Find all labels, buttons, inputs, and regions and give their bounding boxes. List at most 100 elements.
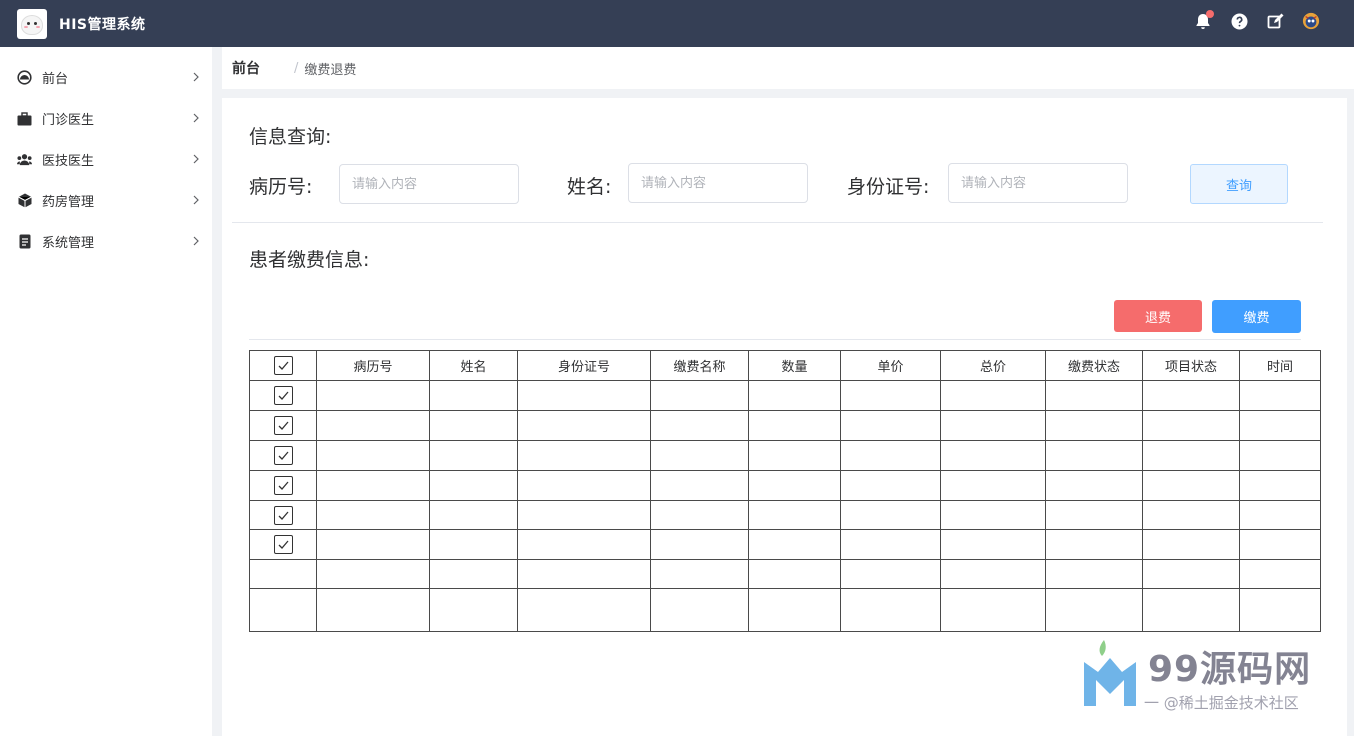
column-header[interactable]: 总价 xyxy=(940,350,1046,381)
table-row[interactable] xyxy=(249,588,1321,632)
column-header[interactable]: 缴费状态 xyxy=(1045,350,1143,381)
row-checkbox[interactable] xyxy=(273,476,293,495)
row-select-cell xyxy=(249,588,317,632)
row-checkbox[interactable] xyxy=(273,386,293,405)
column-header[interactable]: 病历号 xyxy=(316,350,430,381)
table-cell xyxy=(1239,470,1321,501)
table-cell xyxy=(429,500,518,530)
column-header[interactable]: 身份证号 xyxy=(517,350,651,381)
table-cell xyxy=(1142,559,1240,589)
sidebar-item-label: 前台 xyxy=(42,72,69,87)
refund-button[interactable]: 退费 xyxy=(1114,300,1202,332)
avatar[interactable] xyxy=(1302,12,1320,30)
table-row[interactable] xyxy=(249,559,1321,589)
help-icon[interactable] xyxy=(1230,12,1248,30)
row-checkbox[interactable] xyxy=(273,535,293,554)
query-section-title: 信息查询: xyxy=(249,126,332,148)
app-logo xyxy=(17,8,47,39)
sidebar-item-medtech[interactable]: 医技医生 xyxy=(0,139,212,180)
sidebar-item-system[interactable]: 系统管理 xyxy=(0,221,212,262)
id-number-input[interactable] xyxy=(948,163,1128,203)
table-cell xyxy=(940,559,1046,589)
table-row[interactable] xyxy=(249,380,1321,411)
table-cell xyxy=(840,559,941,589)
table-cell xyxy=(517,380,651,411)
table-cell xyxy=(316,588,430,632)
table-cell xyxy=(316,380,430,411)
table-cell xyxy=(1045,410,1143,441)
row-checkbox[interactable] xyxy=(273,446,293,465)
table-cell xyxy=(1045,380,1143,411)
sidebar-item-pharmacy[interactable]: 药房管理 xyxy=(0,180,212,221)
watermark-logo-icon xyxy=(1084,640,1136,706)
table-cell xyxy=(650,410,749,441)
table-cell xyxy=(748,440,841,471)
table-cell xyxy=(429,440,518,471)
column-header[interactable]: 数量 xyxy=(748,350,841,381)
table-cell xyxy=(1239,440,1321,471)
table-cell xyxy=(517,410,651,441)
table-row[interactable] xyxy=(249,470,1321,501)
table-cell xyxy=(748,559,841,589)
record-number-input[interactable] xyxy=(339,164,519,204)
table-cell xyxy=(1142,500,1240,530)
search-button[interactable]: 查询 xyxy=(1190,164,1288,204)
sidebar-item-outpatient[interactable]: 门诊医生 xyxy=(0,98,212,139)
table-cell xyxy=(1045,500,1143,530)
table-cell xyxy=(1239,588,1321,632)
row-checkbox[interactable] xyxy=(273,505,293,525)
table-cell xyxy=(1142,588,1240,632)
table-cell xyxy=(517,440,651,471)
table-row[interactable] xyxy=(249,410,1321,441)
select-all-cell xyxy=(249,350,317,381)
watermark-subtext: 一 @稀土掘金技术社区 xyxy=(1144,694,1299,712)
breadcrumb-home[interactable]: 前台 xyxy=(232,58,260,78)
row-select-cell xyxy=(249,410,317,441)
table-cell xyxy=(316,440,430,471)
table-row[interactable] xyxy=(249,500,1321,530)
sidebar-item-frontdesk[interactable]: 前台 xyxy=(0,57,212,98)
table-cell xyxy=(840,410,941,441)
row-checkbox[interactable] xyxy=(273,416,293,435)
pay-button[interactable]: 缴费 xyxy=(1212,300,1301,333)
column-header[interactable]: 姓名 xyxy=(429,350,518,381)
sidebar: 前台 门诊医生 医技医生 药房管理 系统管理 xyxy=(0,47,212,736)
payment-table: 病历号 姓名 身份证号 缴费名称 数量 单价 总价 缴费状态 项目状态 时间 xyxy=(249,350,1321,632)
briefcase-icon xyxy=(17,111,32,126)
table-cell xyxy=(650,588,749,632)
table-cell xyxy=(748,500,841,530)
table-cell xyxy=(840,380,941,411)
bell-icon[interactable] xyxy=(1194,10,1214,30)
box-icon xyxy=(17,193,32,208)
column-header[interactable]: 时间 xyxy=(1239,350,1321,381)
table-cell xyxy=(748,529,841,560)
table-cell xyxy=(840,500,941,530)
select-all-checkbox[interactable] xyxy=(273,356,293,375)
id-number-label: 身份证号: xyxy=(847,176,930,198)
name-label: 姓名: xyxy=(567,176,612,198)
name-input[interactable] xyxy=(628,163,808,203)
table-cell xyxy=(748,470,841,501)
row-select-cell xyxy=(249,380,317,411)
table-cell xyxy=(748,410,841,441)
table-header-row: 病历号 姓名 身份证号 缴费名称 数量 单价 总价 缴费状态 项目状态 时间 xyxy=(249,350,1321,381)
table-cell xyxy=(517,529,651,560)
chevron-right-icon xyxy=(193,72,199,82)
watermark: 99源码网 一 @稀土掘金技术社区 xyxy=(1080,636,1340,716)
table-cell xyxy=(748,588,841,632)
table-cell xyxy=(429,559,518,589)
table-cell xyxy=(840,440,941,471)
table-row[interactable] xyxy=(249,529,1321,560)
column-header[interactable]: 单价 xyxy=(840,350,941,381)
table-cell xyxy=(429,529,518,560)
breadcrumb-current: 缴费退费 xyxy=(304,62,357,78)
dashboard-icon xyxy=(17,70,32,85)
chevron-right-icon xyxy=(193,195,199,205)
top-header: HIS管理系统 xyxy=(0,0,1354,47)
table-cell xyxy=(1142,529,1240,560)
column-header[interactable]: 缴费名称 xyxy=(650,350,749,381)
column-header[interactable]: 项目状态 xyxy=(1142,350,1240,381)
edit-icon[interactable] xyxy=(1266,12,1284,30)
row-select-cell xyxy=(249,529,317,560)
table-row[interactable] xyxy=(249,440,1321,471)
